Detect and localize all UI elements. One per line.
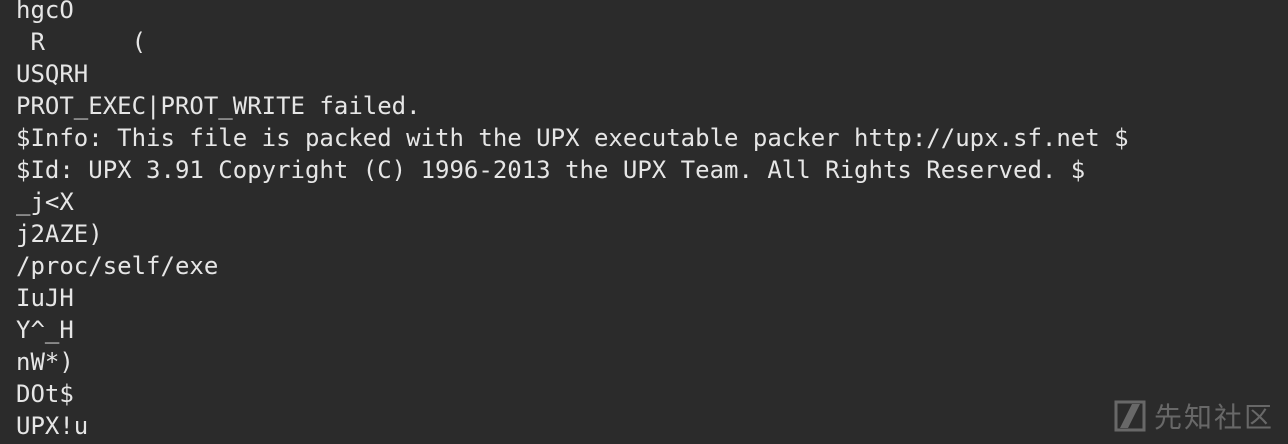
terminal-line: j2AZE) [16,220,103,248]
xianzhi-logo-icon [1114,400,1146,432]
terminal-line: /proc/self/exe [16,252,219,280]
terminal-line: UPX!u [16,412,89,440]
terminal-line: $Info: This file is packed with the UPX … [16,124,1129,152]
terminal-line: R ( [16,28,147,56]
terminal-lines: hgcO R ( USQRH PROT_EXEC|PROT_WRITE fail… [16,0,1129,442]
watermark-text: 先知社区 [1153,401,1274,434]
watermark: 先知社区 [1114,396,1274,436]
terminal-line: nW*) [16,348,74,376]
terminal-line: PROT_EXEC|PROT_WRITE failed. [16,92,421,120]
terminal-line: _j<X [16,188,74,216]
terminal-output: hgcO R ( USQRH PROT_EXEC|PROT_WRITE fail… [0,0,1288,444]
terminal-line: $Id: UPX 3.91 Copyright (C) 1996-2013 th… [16,156,1086,184]
terminal-line: IuJH [16,284,74,312]
terminal-line: USQRH [16,60,89,88]
terminal-line: hgcO [16,0,74,24]
terminal-line: Y^_H [16,316,74,344]
terminal-line: DOt$ [16,380,74,408]
